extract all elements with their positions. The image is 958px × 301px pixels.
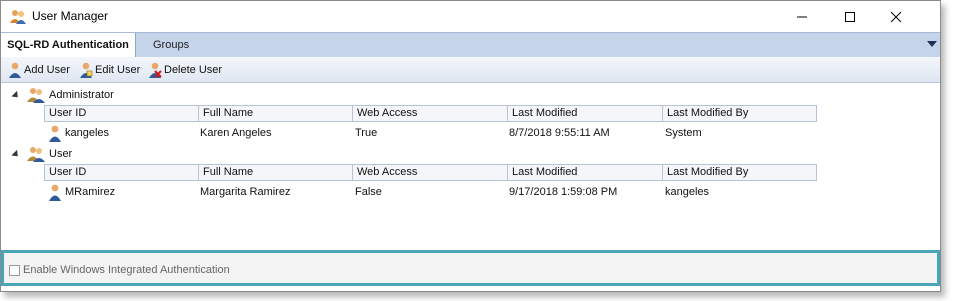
column-header-full-name[interactable]: Full Name xyxy=(199,106,353,121)
user-group-icon xyxy=(27,87,45,103)
column-header-web-access[interactable]: Web Access xyxy=(353,106,508,121)
minimize-icon xyxy=(797,16,807,17)
app-icon xyxy=(10,9,26,25)
user-icon xyxy=(48,125,62,142)
add-user-label: Add User xyxy=(24,64,70,76)
cell-user-id: kangeles xyxy=(65,127,110,139)
windows-auth-label[interactable]: Enable Windows Integrated Authentication xyxy=(23,264,230,276)
user-tree: Administrator User ID Full Name Web Acce… xyxy=(1,83,940,250)
group-label: Administrator xyxy=(49,89,114,101)
collapse-icon[interactable] xyxy=(11,149,21,160)
table-row[interactable]: kangeles Karen Angeles True 8/7/2018 9:5… xyxy=(44,122,817,146)
tab-sql-rd-authentication[interactable]: SQL-RD Authentication xyxy=(1,33,136,57)
delete-user-label: Delete User xyxy=(164,64,223,76)
column-header-last-modified[interactable]: Last Modified xyxy=(508,106,663,121)
cell-last-modified-by: System xyxy=(665,127,702,139)
windows-auth-checkbox[interactable] xyxy=(9,265,20,276)
group-node-user[interactable]: User xyxy=(1,146,940,163)
user-icon xyxy=(48,184,62,201)
add-user-button[interactable]: Add User xyxy=(8,61,70,79)
column-header-user-id[interactable]: User ID xyxy=(45,106,199,121)
cell-full-name: Karen Angeles xyxy=(200,127,272,139)
cell-last-modified-by: kangeles xyxy=(665,186,710,198)
title-bar[interactable]: User Manager xyxy=(1,1,940,32)
column-header-last-modified-by[interactable]: Last Modified By xyxy=(663,106,816,121)
user-grid: User ID Full Name Web Access Last Modifi… xyxy=(44,164,817,205)
edit-user-button[interactable]: Edit User xyxy=(79,61,140,79)
column-header-last-modified-by[interactable]: Last Modified By xyxy=(663,165,816,180)
tab-groups[interactable]: Groups xyxy=(147,33,195,57)
window-title: User Manager xyxy=(32,9,109,23)
maximize-button[interactable] xyxy=(827,1,873,32)
add-user-icon xyxy=(9,62,21,78)
cell-web-access: False xyxy=(355,186,382,198)
cell-last-modified: 8/7/2018 9:55:11 AM xyxy=(509,127,610,139)
close-button[interactable] xyxy=(873,1,919,32)
cell-full-name: Margarita Ramirez xyxy=(200,186,291,198)
grid-header: User ID Full Name Web Access Last Modifi… xyxy=(44,164,817,181)
column-header-web-access[interactable]: Web Access xyxy=(353,165,508,180)
cell-user-id: MRamirez xyxy=(65,186,116,198)
minimize-button[interactable] xyxy=(779,1,825,32)
cell-web-access: True xyxy=(355,127,378,139)
grid-header: User ID Full Name Web Access Last Modifi… xyxy=(44,105,817,122)
maximize-icon xyxy=(845,11,855,22)
close-icon xyxy=(890,11,902,22)
tab-dropdown-icon[interactable] xyxy=(927,41,937,47)
tab-strip: SQL-RD Authentication Groups xyxy=(1,32,940,58)
edit-user-label: Edit User xyxy=(95,64,141,76)
user-manager-window: User Manager SQL-RD Authentication Group… xyxy=(0,0,941,292)
column-header-full-name[interactable]: Full Name xyxy=(199,165,353,180)
cell-last-modified: 9/17/2018 1:59:08 PM xyxy=(509,186,618,198)
delete-user-button[interactable]: Delete User xyxy=(148,61,222,79)
column-header-user-id[interactable]: User ID xyxy=(45,165,199,180)
footer-panel: Enable Windows Integrated Authentication xyxy=(1,250,940,286)
edit-user-icon xyxy=(80,62,93,78)
column-header-last-modified[interactable]: Last Modified xyxy=(508,165,663,180)
group-node-administrator[interactable]: Administrator xyxy=(1,87,940,104)
delete-user-icon xyxy=(149,62,162,78)
user-grid: User ID Full Name Web Access Last Modifi… xyxy=(44,105,817,146)
toolbar: Add User Edit User Delete User xyxy=(1,57,940,83)
user-group-icon xyxy=(27,146,45,162)
group-label: User xyxy=(49,148,73,160)
collapse-icon[interactable] xyxy=(11,90,21,101)
table-row[interactable]: MRamirez Margarita Ramirez False 9/17/20… xyxy=(44,181,817,205)
